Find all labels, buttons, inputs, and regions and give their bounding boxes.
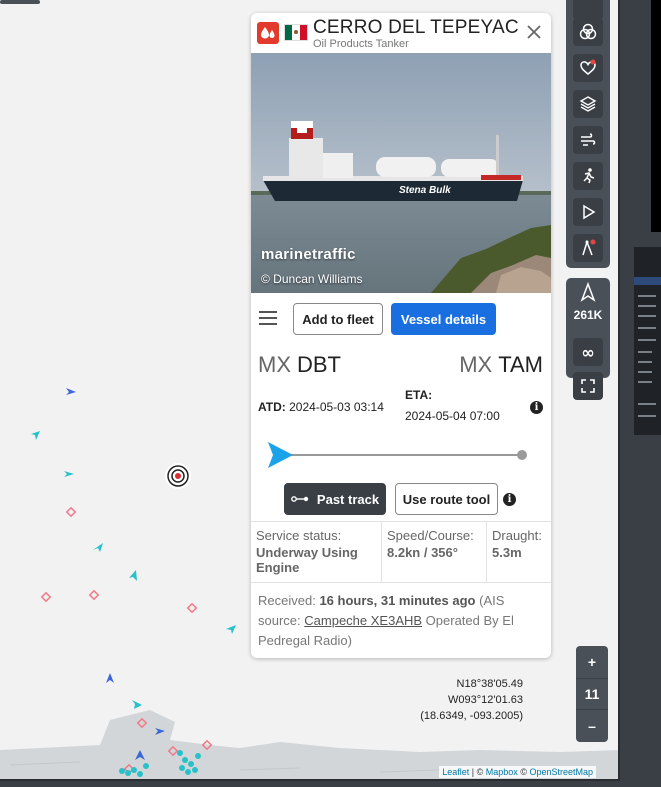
running-person-icon <box>583 168 595 184</box>
atd-value: 2024-05-03 03:14 <box>289 400 384 414</box>
infinity-icon: ∞ <box>581 342 595 362</box>
attribution-separator: | © <box>469 767 486 777</box>
photo-watermark: marinetraffic <box>261 246 356 263</box>
speed-course-label: Speed/Course: <box>387 528 474 543</box>
vessel-type: Oil Products Tanker <box>313 38 409 50</box>
toolbar-button-top[interactable] <box>573 0 603 20</box>
vessel-details-button[interactable]: Vessel details <box>391 303 496 335</box>
speed-course-value: 8.2kn / 356° <box>387 545 458 560</box>
map-toolbar-lower: 261K ∞ <box>566 278 610 378</box>
voyage-ports: MX DBT MX TAM <box>251 349 551 383</box>
fullscreen-icon <box>581 379 595 393</box>
past-track-label: Past track <box>316 491 380 507</box>
zoom-control: + 11 – <box>576 646 608 742</box>
voyage-progress <box>251 433 551 483</box>
zoom-in-button[interactable]: + <box>576 646 608 678</box>
voyage-times: ATD: 2024-05-03 03:14 ETA: 2024-05-04 07… <box>251 383 551 433</box>
measure-button[interactable] <box>573 234 603 262</box>
track-icon <box>291 496 309 502</box>
heart-icon <box>580 59 596 75</box>
vessel-name: CERRO DEL TEPEYAC <box>313 17 519 38</box>
navigation-arrow-icon <box>580 282 596 302</box>
density-button[interactable] <box>573 162 603 190</box>
draught-label: Draught: <box>492 528 542 543</box>
vessel-progress-arrow <box>268 442 293 468</box>
map-toolbar <box>566 0 610 268</box>
venn-icon <box>579 23 597 40</box>
past-track-button[interactable]: Past track <box>284 483 386 515</box>
osm-link[interactable]: OpenStreetMap <box>529 767 593 777</box>
fullscreen-button[interactable] <box>573 372 603 400</box>
mexico-flag-icon <box>284 24 308 41</box>
departure-port-code: DBT <box>297 352 341 377</box>
ais-source-link[interactable]: Campeche XE3AHB <box>304 613 422 628</box>
vessel-header: CERRO DEL TEPEYAC Oil Products Tanker <box>251 13 551 53</box>
my-fleets-button[interactable] <box>573 54 603 82</box>
service-status-label: Service status: <box>256 528 342 543</box>
destination-country: MX <box>459 352 493 377</box>
atd-label: ATD: <box>258 400 286 414</box>
thumbnail-preview <box>634 247 661 435</box>
vessel-panel: CERRO DEL TEPEYAC Oil Products Tanker St… <box>251 13 551 658</box>
weather-button[interactable] <box>573 126 603 154</box>
vessel-count: 261K <box>566 282 610 332</box>
destination-dot <box>517 450 527 460</box>
destination-port[interactable]: MX TAM <box>459 352 543 378</box>
received-age: 16 hours, 31 minutes ago <box>319 593 476 608</box>
vessel-stats: Service status: Underway Using Engine Sp… <box>251 521 551 583</box>
departure-country: MX <box>258 352 291 377</box>
departure-port[interactable]: MX DBT <box>258 352 341 378</box>
map-attribution: Leaflet | © Mapbox © OpenStreetMap <box>439 766 596 778</box>
coordinates-readout: N18°38'05.49 W093°12'01.63 (18.6349, -09… <box>420 676 523 724</box>
attribution-separator: © <box>517 767 530 777</box>
service-status: Service status: Underway Using Engine <box>251 522 382 582</box>
add-to-fleet-button[interactable]: Add to fleet <box>293 303 383 335</box>
longitude: W093°12'01.63 <box>448 694 523 706</box>
atd: ATD: 2024-05-03 03:14 <box>258 400 384 414</box>
eta-value: 2024-05-04 07:00 <box>405 409 500 423</box>
route-tool-button[interactable]: Use route tool <box>395 483 498 515</box>
vessel-actions: Add to fleet Vessel details <box>251 293 551 349</box>
zoom-out-button[interactable]: – <box>576 710 608 742</box>
unlimited-button[interactable]: ∞ <box>573 338 603 366</box>
route-info-icon[interactable]: i <box>503 493 516 506</box>
oil-drop-icon <box>261 27 275 39</box>
speed-course: Speed/Course: 8.2kn / 356° <box>382 522 487 582</box>
photo-credit: © Duncan Williams <box>261 272 363 286</box>
play-icon <box>583 204 596 220</box>
selected-vessel-marker[interactable] <box>165 463 191 489</box>
received-info: Received: 16 hours, 31 minutes ago (AIS … <box>258 591 543 651</box>
vessel-count-value: 261K <box>573 308 603 322</box>
hamburger-menu-icon[interactable] <box>259 311 277 325</box>
voyage-progress-bar <box>268 442 527 468</box>
ship-name-on-hull: Stena Bulk <box>399 185 451 196</box>
layers-button[interactable] <box>573 90 603 118</box>
destination-port-code: TAM <box>498 352 543 377</box>
wind-icon <box>581 133 596 146</box>
hazard-badge <box>257 22 279 44</box>
draught-value: 5.3m <box>492 545 522 560</box>
map-toolbar-fullscreen <box>566 368 610 408</box>
zoom-level: 11 <box>576 678 608 710</box>
measure-icon <box>582 239 596 256</box>
filters-button[interactable] <box>573 18 603 46</box>
service-status-value: Underway Using Engine <box>256 545 358 575</box>
layers-icon <box>579 96 597 112</box>
window-edge <box>651 0 661 232</box>
close-button[interactable] <box>525 23 543 41</box>
decimal-coords: (18.6349, -093.2005) <box>420 710 523 722</box>
playback-button[interactable] <box>573 198 603 226</box>
eta-info-icon[interactable]: i <box>530 401 543 414</box>
eta-label: ETA: <box>405 388 433 402</box>
received-label: Received: <box>258 593 316 608</box>
latitude: N18°38'05.49 <box>456 678 523 690</box>
close-icon <box>527 25 541 39</box>
mapbox-link[interactable]: Mapbox <box>486 767 518 777</box>
leaflet-link[interactable]: Leaflet <box>442 767 469 777</box>
thumbnail-window <box>634 247 661 435</box>
vessel-photo[interactable]: Stena Bulk marinetraffic © Duncan Willia… <box>251 53 551 293</box>
draught: Draught: 5.3m <box>487 522 551 582</box>
